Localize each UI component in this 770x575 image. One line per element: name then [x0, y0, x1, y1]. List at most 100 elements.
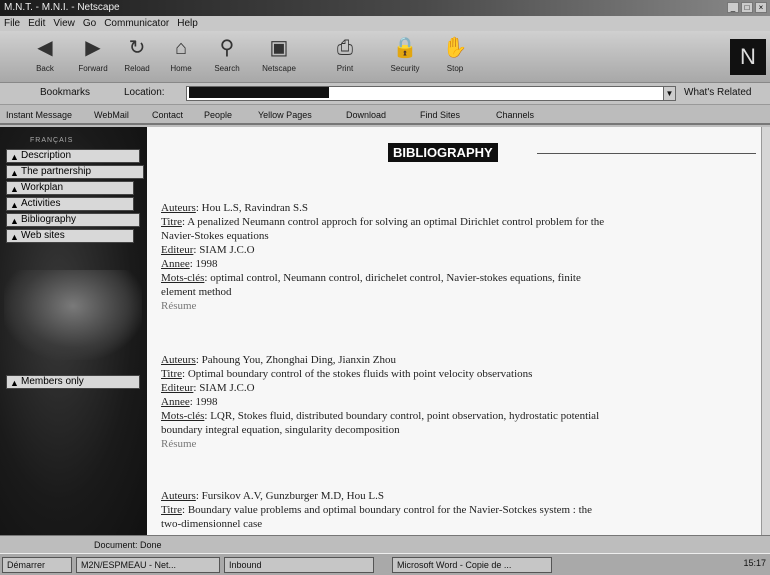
windows-taskbar: Démarrer M2N/ESPMEAU - Net... Inbound Mi…: [0, 553, 770, 575]
personal-link-instant-message[interactable]: Instant Message: [6, 105, 72, 125]
sidebar-item-label: Bibliography: [21, 214, 77, 225]
maximize-button[interactable]: □: [741, 2, 753, 13]
security-button[interactable]: 🔒 Security: [380, 35, 430, 79]
netscape-button[interactable]: ▣ Netscape: [254, 35, 304, 79]
stop-icon: ✋: [442, 37, 468, 59]
minimize-button[interactable]: _: [727, 2, 739, 13]
vertical-scrollbar[interactable]: [761, 127, 770, 535]
abstract-link[interactable]: Résume: [161, 299, 751, 313]
authors-link[interactable]: Auteurs: [161, 490, 196, 502]
status-bar: Document: Done: [0, 535, 770, 553]
bibliography-entry: Auteurs: Pahoung You, Zhonghai Ding, Jia…: [161, 353, 751, 451]
home-label: Home: [170, 64, 192, 73]
menu-view[interactable]: View: [53, 16, 75, 31]
year-value: 1998: [195, 396, 218, 408]
reload-label: Reload: [124, 64, 150, 73]
publisher-link[interactable]: Editeur: [161, 382, 193, 394]
menu-help[interactable]: Help: [177, 16, 198, 31]
security-lock-icon: 🔒: [392, 37, 418, 59]
menu-communicator[interactable]: Communicator: [104, 16, 169, 31]
stop-button[interactable]: ✋ Stop: [430, 35, 480, 79]
sidebar-item-description[interactable]: ▲ Description: [6, 149, 140, 163]
navigation-toolbar: ◀ Back ▶ Forward ↻ Reload ⌂ Home ⚲ Search ▣ Ne…: [0, 31, 770, 83]
search-button[interactable]: ⚲ Search: [202, 35, 252, 79]
keywords-value: LQR, Stokes fluid, distributed boundary …: [210, 410, 600, 422]
sidebar-item-partnership[interactable]: ▲ The partnership: [6, 165, 144, 179]
authors-link[interactable]: Auteurs: [161, 202, 196, 214]
keywords-link[interactable]: Mots-clés: [161, 410, 204, 422]
menu-go[interactable]: Go: [83, 16, 96, 31]
personal-link-contact[interactable]: Contact: [152, 105, 183, 125]
bookmarks-button[interactable]: Bookmarks: [40, 87, 90, 98]
url-dropdown-button[interactable]: ▼: [663, 86, 676, 101]
sidebar-item-activities[interactable]: ▲ Activities: [6, 197, 134, 211]
location-label: Location:: [124, 87, 165, 98]
close-button[interactable]: ×: [755, 2, 767, 13]
forward-button[interactable]: ▶ Forward: [68, 35, 118, 79]
sidebar-item-web-sites[interactable]: ▲ Web sites: [6, 229, 134, 243]
page-title: BIBLIOGRAPHY: [388, 143, 498, 162]
title-link[interactable]: Titre: [161, 368, 182, 380]
taskbar-item-inbound[interactable]: Inbound: [224, 557, 374, 573]
publisher-link[interactable]: Editeur: [161, 244, 193, 256]
start-button[interactable]: Démarrer: [2, 557, 72, 573]
back-label: Back: [36, 64, 54, 73]
site-sidebar: FRANÇAIS ▲ Description ▲ The partnership ▲…: [0, 127, 147, 535]
menu-edit[interactable]: Edit: [28, 16, 45, 31]
title-value-cont: two-dimensionnel case: [161, 518, 263, 530]
title-link[interactable]: Titre: [161, 216, 182, 228]
title-link[interactable]: Titre: [161, 504, 182, 516]
authors-value: Pahoung You, Zhonghai Ding, Jianxin Zhou: [201, 354, 396, 366]
search-icon: ⚲: [219, 37, 235, 59]
home-icon: ⌂: [174, 37, 188, 59]
personal-link-download[interactable]: Download: [346, 105, 386, 125]
bullet-icon: ▲: [10, 184, 19, 194]
security-label: Security: [390, 64, 420, 73]
taskbar-item-word[interactable]: Microsoft Word - Copie de ...: [392, 557, 552, 573]
bullet-icon: ▲: [10, 200, 19, 210]
year-link[interactable]: Annee: [161, 396, 190, 408]
publisher-value: SIAM J.C.O: [199, 382, 255, 394]
personal-link-yellow-pages[interactable]: Yellow Pages: [258, 105, 312, 125]
authors-value: Fursikov A.V, Gunzburger M.D, Hou L.S: [201, 490, 384, 502]
title-divider: [537, 153, 756, 154]
title-value-cont: Navier-Stokes equations: [161, 230, 269, 242]
year-link[interactable]: Annee: [161, 258, 190, 270]
sidebar-item-label: Activities: [21, 198, 61, 209]
keywords-link[interactable]: Mots-clés: [161, 272, 204, 284]
authors-link[interactable]: Auteurs: [161, 354, 196, 366]
reload-icon: ↻: [128, 37, 146, 59]
print-button[interactable]: ⎙ Print: [320, 35, 370, 79]
personal-link-webmail[interactable]: WebMail: [94, 105, 129, 125]
title-value: A penalized Neumann control approch for …: [187, 216, 605, 228]
whats-related-button[interactable]: What's Related: [684, 87, 752, 98]
publisher-value: SIAM J.C.O: [199, 244, 255, 256]
reload-button[interactable]: ↻ Reload: [112, 35, 162, 79]
status-text: Document: Done: [94, 540, 162, 550]
abstract-link[interactable]: Résume: [161, 437, 751, 451]
home-button[interactable]: ⌂ Home: [156, 35, 206, 79]
sidebar-item-members-only[interactable]: ▲ Members only: [6, 375, 140, 389]
bullet-icon: ▲: [10, 232, 19, 242]
sidebar-item-label: Workplan: [21, 182, 64, 193]
forward-label: Forward: [78, 64, 108, 73]
sidebar-item-bibliography[interactable]: ▲ Bibliography: [6, 213, 140, 227]
personal-link-channels[interactable]: Channels: [496, 105, 534, 125]
location-bar: Bookmarks Location: ▼ What's Related: [0, 83, 770, 105]
back-button[interactable]: ◀ Back: [20, 35, 70, 79]
bullet-icon: ▲: [10, 216, 19, 226]
back-arrow-icon: ◀: [37, 37, 53, 59]
sidebar-item-label: Web sites: [21, 230, 65, 241]
print-icon: ⎙: [337, 37, 353, 59]
url-field[interactable]: [186, 86, 666, 101]
sidebar-item-label: Members only: [21, 376, 84, 387]
netscape-logo: N: [730, 39, 766, 75]
sidebar-item-workplan[interactable]: ▲ Workplan: [6, 181, 134, 195]
personal-link-people[interactable]: People: [204, 105, 232, 125]
stop-label: Stop: [446, 64, 464, 73]
taskbar-item-netscape[interactable]: M2N/ESPMEAU - Net...: [76, 557, 220, 573]
language-link[interactable]: FRANÇAIS: [30, 137, 73, 144]
personal-link-find-sites[interactable]: Find Sites: [420, 105, 460, 125]
keywords-value-cont: element method: [161, 286, 232, 298]
menu-file[interactable]: File: [4, 16, 20, 31]
